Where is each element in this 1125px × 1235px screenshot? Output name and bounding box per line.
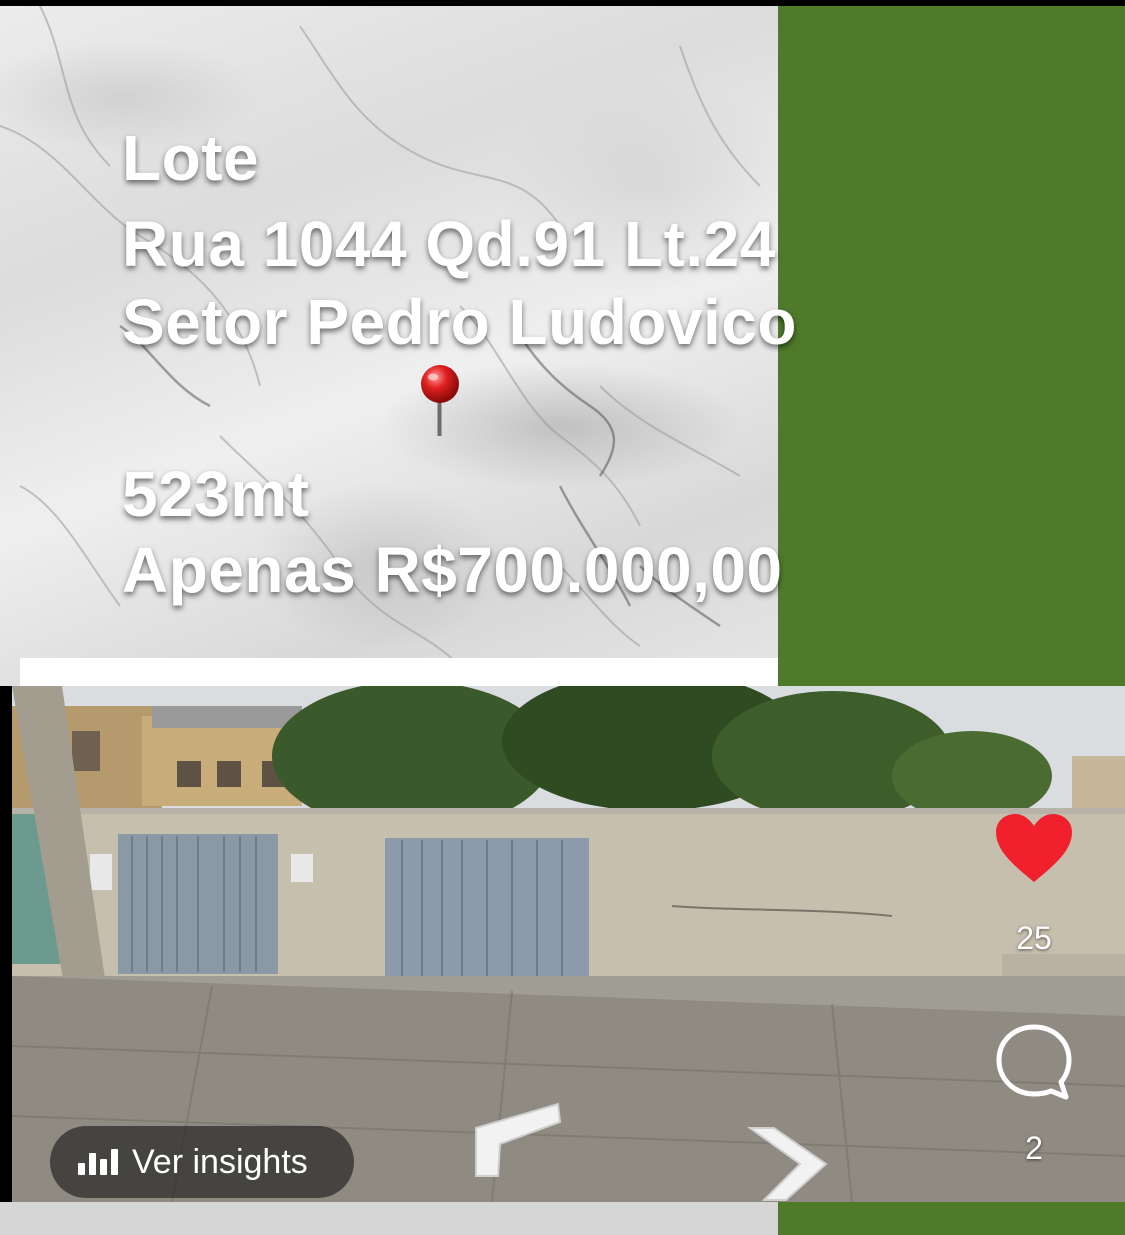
- arrow-left-icon[interactable]: [470, 1100, 562, 1185]
- comment-bubble-icon[interactable]: [994, 1022, 1074, 1102]
- heart-icon[interactable]: [994, 812, 1074, 884]
- marble-background-bottom: [0, 1202, 778, 1235]
- arrow-right-icon[interactable]: [746, 1124, 830, 1207]
- area-label: 523mt: [122, 458, 310, 530]
- like-count: 25: [1016, 920, 1052, 956]
- green-panel: [778, 6, 1125, 686]
- view-insights-button[interactable]: Ver insights: [50, 1126, 354, 1198]
- white-divider: [20, 658, 778, 686]
- address-neighborhood: Setor Pedro Ludovico: [122, 286, 797, 358]
- round-pushpin-icon: [418, 364, 462, 438]
- comment-count: 2: [1025, 1130, 1043, 1166]
- price-label: Apenas R$700.000,00: [122, 534, 783, 606]
- bar-chart-icon: [78, 1149, 118, 1175]
- green-panel-bottom: [778, 1202, 1125, 1235]
- address-street: Rua 1044 Qd.91 Lt.24: [122, 208, 776, 280]
- title-lote: Lote: [122, 122, 260, 194]
- view-insights-label: Ver insights: [132, 1142, 308, 1181]
- street-photo: [12, 686, 1125, 1202]
